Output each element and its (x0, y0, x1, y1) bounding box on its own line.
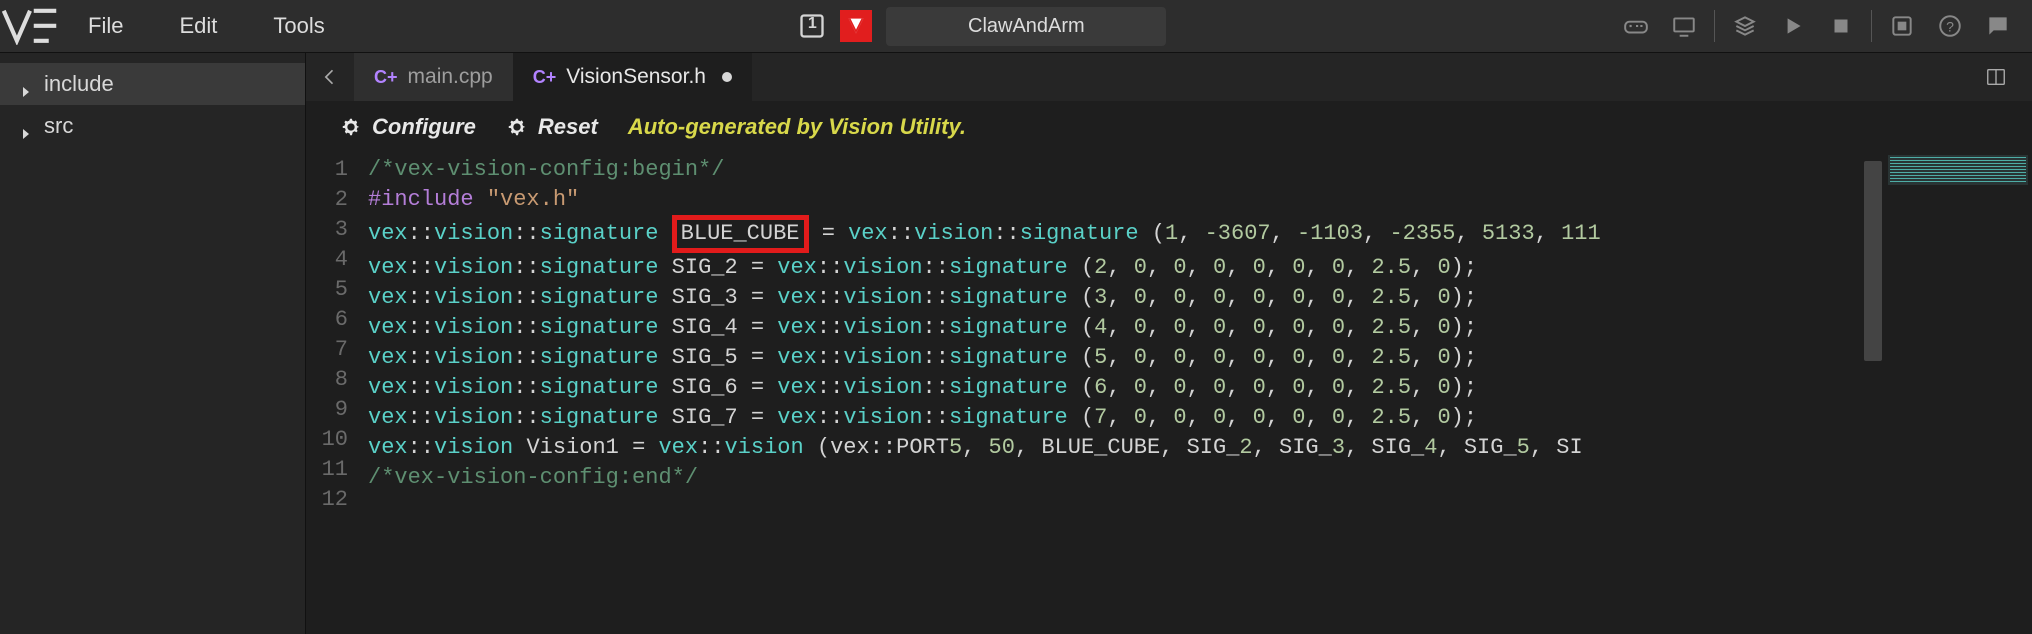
project-title[interactable]: ClawAndArm (886, 7, 1166, 46)
file-tree: include src (0, 53, 306, 634)
autogen-note: Auto-generated by Vision Utility. (628, 114, 966, 140)
gear-icon (340, 116, 362, 138)
feedback-icon[interactable] (1974, 2, 2022, 50)
split-editor-icon[interactable] (1972, 53, 2020, 101)
tab-visionsensor-h[interactable]: C+ VisionSensor.h (513, 53, 752, 101)
cpp-file-icon: C+ (533, 67, 557, 88)
back-button[interactable] (306, 53, 354, 101)
controller-icon[interactable] (1612, 2, 1660, 50)
tree-label: include (44, 71, 114, 97)
menu-tools[interactable]: Tools (245, 0, 352, 52)
app-logo (0, 7, 60, 45)
vex-brand-icon (840, 10, 872, 42)
play-icon[interactable] (1769, 2, 1817, 50)
tab-main-cpp[interactable]: C+ main.cpp (354, 53, 513, 101)
configure-label: Configure (372, 114, 476, 140)
gutter: 123456789101112 (306, 153, 368, 634)
slot-icon[interactable]: 1 (798, 12, 826, 40)
tabbar: C+ main.cpp C+ VisionSensor.h (306, 53, 2032, 101)
svg-text:?: ? (1946, 18, 1954, 34)
chevron-right-icon (20, 120, 32, 132)
devices-icon[interactable] (1878, 2, 1926, 50)
menu-file[interactable]: File (60, 0, 151, 52)
screen-icon[interactable] (1660, 2, 1708, 50)
menubar: File Edit Tools 1 ClawAndArm ? (0, 0, 2032, 53)
tree-label: src (44, 113, 73, 139)
dirty-indicator-icon (722, 72, 732, 82)
editor[interactable]: 123456789101112 /*vex-vision-config:begi… (306, 153, 2032, 634)
separator (1714, 10, 1715, 42)
reset-label: Reset (538, 114, 598, 140)
build-icon[interactable] (1721, 2, 1769, 50)
chevron-right-icon (20, 78, 32, 90)
separator (1871, 10, 1872, 42)
stop-icon[interactable] (1817, 2, 1865, 50)
configure-button[interactable]: Configure (340, 114, 476, 140)
tab-label: VisionSensor.h (566, 65, 706, 89)
cpp-file-icon: C+ (374, 67, 398, 88)
gear-icon (506, 116, 528, 138)
help-icon[interactable]: ? (1926, 2, 1974, 50)
menubar-right: ? (1612, 2, 2032, 50)
tree-item-include[interactable]: include (0, 63, 305, 105)
reset-button[interactable]: Reset (506, 114, 598, 140)
menubar-center: 1 ClawAndArm (798, 7, 1166, 46)
code-area[interactable]: /*vex-vision-config:begin*/#include "vex… (368, 153, 1882, 634)
minimap[interactable] (1882, 153, 2032, 634)
configbar: Configure Reset Auto-generated by Vision… (306, 101, 2032, 153)
tree-item-src[interactable]: src (0, 105, 305, 147)
menu-edit[interactable]: Edit (151, 0, 245, 52)
main-panel: C+ main.cpp C+ VisionSensor.h Configure … (306, 53, 2032, 634)
workspace: include src C+ main.cpp C+ VisionSensor.… (0, 53, 2032, 634)
vertical-scrollbar[interactable] (1864, 159, 1882, 634)
tab-label: main.cpp (408, 65, 493, 89)
